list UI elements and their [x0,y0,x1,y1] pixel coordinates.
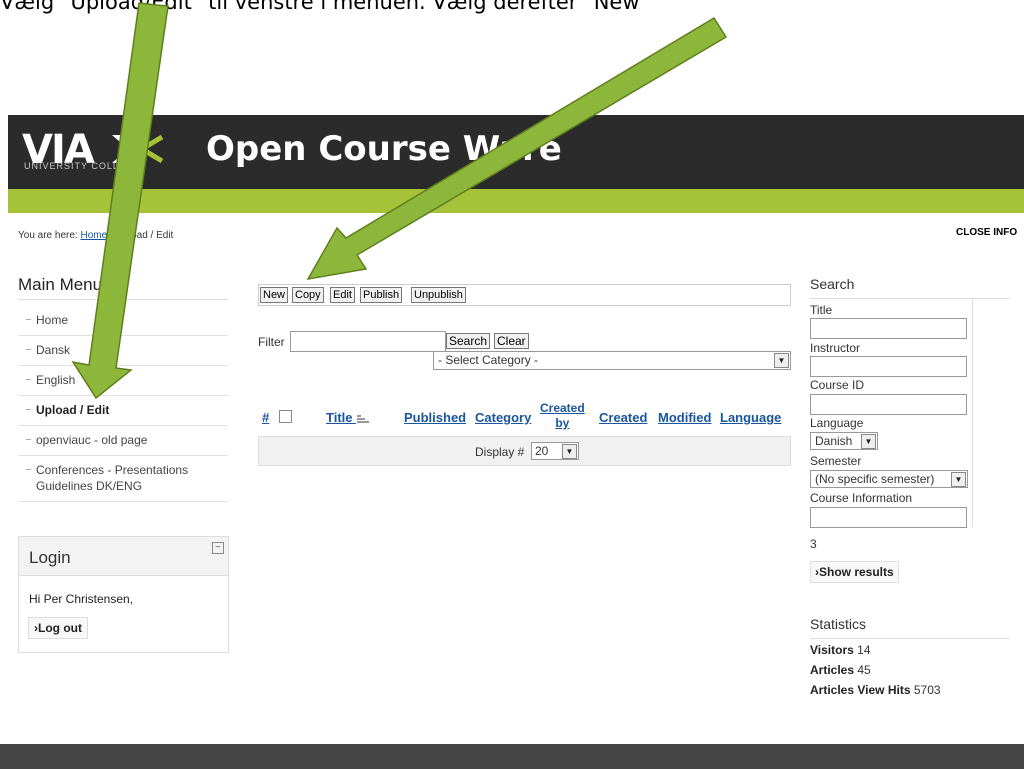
logout-button[interactable]: ›Log out [28,617,88,639]
site-header: VIA UNIVERSITY COLLEGE Open Course Ware [8,115,1024,189]
collapse-icon[interactable]: − [212,542,224,554]
category-select[interactable]: - Select Category - ▼ [433,351,791,370]
via-logo[interactable]: VIA UNIVERSITY COLLEGE [22,127,172,175]
stat-visitors-value: 14 [857,643,871,657]
search-semester-select[interactable]: (No specific semester) ▼ [810,470,968,488]
main-menu: Home Dansk English Upload / Edit openvia… [18,306,228,502]
logo-subtitle: UNIVERSITY COLLEGE [24,161,141,171]
col-category[interactable]: Category [475,410,531,425]
col-title[interactable]: Title [326,410,370,425]
main-menu-divider [18,299,228,300]
statistics-divider [810,638,1010,639]
chevron-down-icon: ▼ [774,353,789,368]
col-created[interactable]: Created [599,410,647,425]
breadcrumb-current: Upload / Edit [116,230,174,241]
table-footer: Display # 20 ▼ [258,436,791,466]
filter-input[interactable] [290,331,446,352]
menu-item-home[interactable]: Home [18,306,228,336]
search-course-info-label: Course Information [810,491,913,505]
breadcrumb: You are here: Home › Upload / Edit [18,230,173,241]
search-course-id-input[interactable] [810,394,967,415]
main-menu-title: Main Menu [18,275,103,294]
col-created-by[interactable]: Created by [540,401,585,431]
col-published[interactable]: Published [404,410,466,425]
search-form: Title Instructor Course ID Language Dani… [810,299,973,528]
accent-bar [8,189,1024,213]
login-greeting: Hi Per Christensen, [29,592,134,606]
statistics-title: Statistics [810,616,867,632]
unpublish-button[interactable]: Unpublish [411,287,466,303]
stat-visitors-label: Visitors [810,643,854,657]
stat-view-hits-label: Articles View Hits [810,683,911,697]
menu-item-english[interactable]: English [18,366,228,396]
search-semester-value: (No specific semester) [815,472,935,486]
login-title: Login [29,548,71,567]
login-header: Login − [19,537,228,576]
display-count-select[interactable]: 20 ▼ [531,442,579,460]
breadcrumb-home-link[interactable]: Home [80,230,107,241]
display-count-value: 20 [535,444,549,458]
stat-articles: Articles 45 [810,663,871,677]
stat-view-hits-value: 5703 [913,683,941,697]
search-title: Search [810,276,855,292]
search-course-id-label: Course ID [810,378,865,392]
search-course-info-input[interactable] [810,507,967,528]
new-button[interactable]: New [260,287,289,303]
search-instructor-label: Instructor [810,341,861,355]
instruction-text: Vælg "Upload/Edit" til venstre i menuen.… [0,0,650,14]
result-count: 3 [810,537,817,551]
filter-label: Filter [258,335,285,349]
stat-visitors: Visitors 14 [810,643,871,657]
col-created-by-line2: by [555,416,570,430]
clear-button[interactable]: Clear [494,333,529,349]
stat-articles-value: 45 [857,663,871,677]
search-semester-label: Semester [810,454,862,468]
sort-icon [357,415,370,423]
breadcrumb-prefix: You are here: [18,230,78,241]
breadcrumb-separator: › [109,230,114,241]
close-info-link[interactable]: CLOSE INFO [956,227,1017,238]
menu-item-upload-edit[interactable]: Upload / Edit [18,396,228,426]
chevron-down-icon: ▼ [562,444,577,459]
stat-articles-label: Articles [810,663,855,677]
col-modified[interactable]: Modified [658,410,711,425]
menu-item-dansk[interactable]: Dansk [18,336,228,366]
category-select-value: - Select Category - [438,353,539,367]
menu-item-conferences[interactable]: Conferences - Presentations Guidelines D… [18,456,228,502]
search-language-label: Language [810,416,864,430]
article-toolbar: New Copy Edit Publish Unpublish [258,284,791,306]
display-count-label: Display # [475,445,525,459]
search-button[interactable]: Search [446,333,491,349]
search-title-input[interactable] [810,318,967,339]
search-instructor-input[interactable] [810,356,967,377]
articles-table-header: # Title Published Category Created by Cr… [258,398,789,436]
copy-button[interactable]: Copy [292,287,324,303]
search-language-value: Danish [815,434,853,448]
login-panel: Login − Hi Per Christensen, ›Log out [18,536,229,653]
chevron-down-icon: ▼ [861,434,876,449]
col-number[interactable]: # [262,410,269,425]
site-title: Open Course Ware [206,129,562,169]
edit-button[interactable]: Edit [330,287,355,303]
show-results-button[interactable]: ›Show results [810,561,899,583]
search-title-label: Title [810,303,833,317]
stat-view-hits: Articles View Hits 5703 [810,683,941,697]
site-footer [0,744,1024,769]
col-title-label: Title [326,410,353,425]
publish-button[interactable]: Publish [360,287,403,303]
select-all-checkbox[interactable] [279,410,292,423]
chevron-down-icon: ▼ [951,472,966,487]
col-language[interactable]: Language [720,410,781,425]
col-created-by-line1: Created [540,401,585,415]
menu-item-openviauc[interactable]: openviauc - old page [18,426,228,456]
search-language-select[interactable]: Danish ▼ [810,432,878,450]
